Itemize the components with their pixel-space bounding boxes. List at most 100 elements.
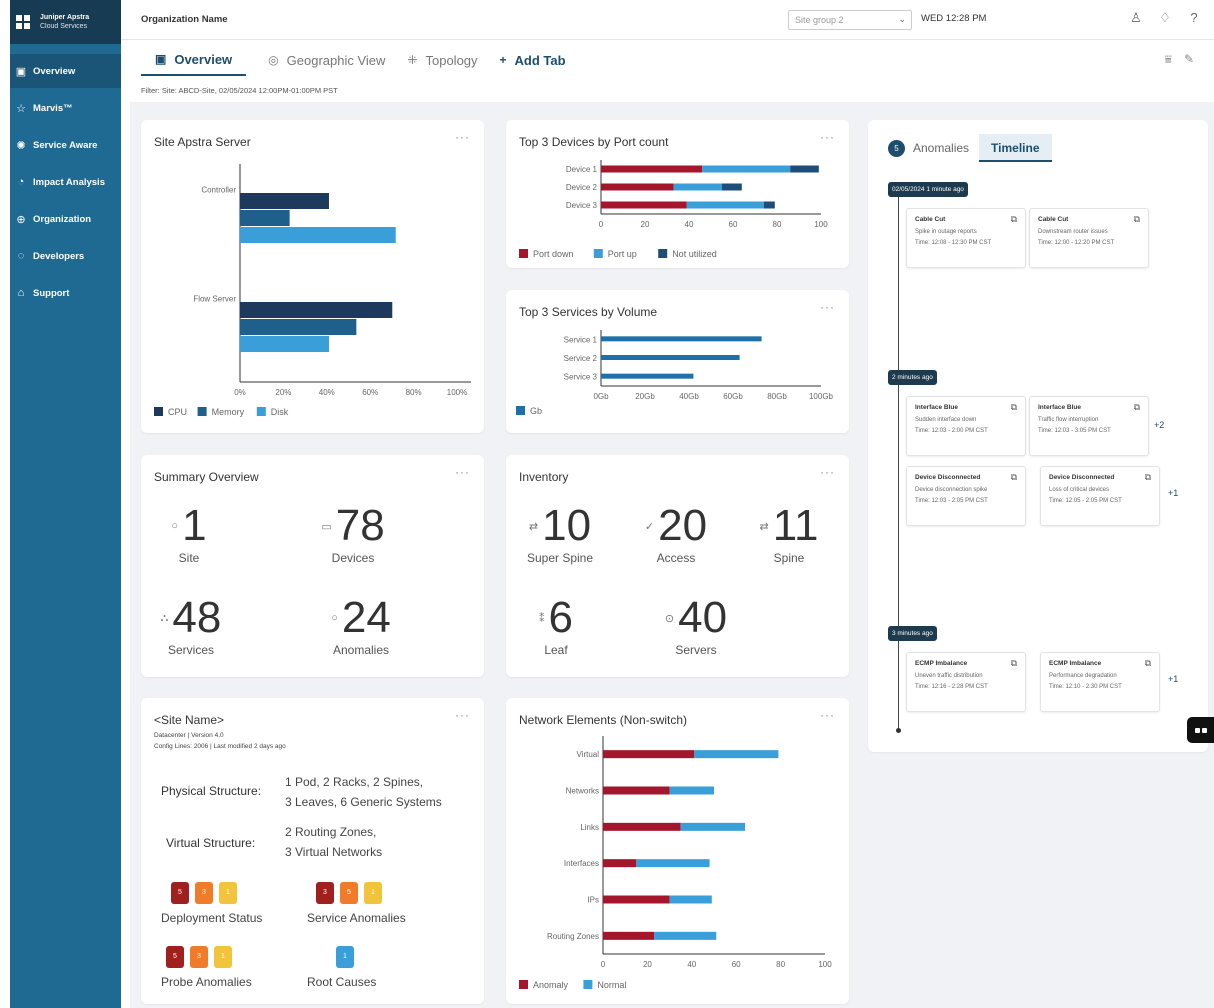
more-menu-icon[interactable]: ··· <box>455 465 470 479</box>
bar-segment <box>763 201 775 209</box>
star-icon: ☆ <box>16 102 26 115</box>
assistant-launcher-button[interactable] <box>1187 717 1214 743</box>
bar <box>240 193 329 209</box>
stat-sites[interactable]: ○ 1 Site <box>141 503 237 566</box>
more-menu-icon[interactable]: ··· <box>820 465 835 479</box>
more-events-link[interactable]: +1 <box>1168 674 1178 684</box>
sidebar-item-developers[interactable]: ◌ Developers <box>10 239 121 273</box>
stat-servers[interactable]: ⊙ 40 Servers <box>636 595 756 658</box>
tab-overview[interactable]: ▣ Overview <box>141 44 247 76</box>
timeline-chip: 3 minutes ago <box>888 626 937 641</box>
x-tick-label: 60 <box>729 220 738 229</box>
event-card[interactable]: Interface Blue Sudden interface down Tim… <box>906 396 1026 456</box>
deployment-status-badges[interactable]: 5 3 1 <box>171 882 237 904</box>
overview-icon: ▣ <box>155 52 167 66</box>
share-icon[interactable]: ⧉ <box>1134 214 1140 225</box>
more-menu-icon[interactable]: ··· <box>455 708 470 722</box>
site-group-value: Site group 2 <box>795 15 844 25</box>
sidebar-item-marvis[interactable]: ☆ Marvis™ <box>10 91 121 125</box>
tab-label: Overview <box>174 51 233 67</box>
bar <box>240 336 329 352</box>
stat-super-spine[interactable]: ⇄ 10 Super Spine <box>506 503 614 566</box>
bar-segment <box>601 165 703 173</box>
x-tick-label: 60 <box>732 960 741 969</box>
share-icon[interactable]: ⧉ <box>1011 402 1017 413</box>
event-card[interactable]: ECMP Imbalance Uneven traffic distributi… <box>906 652 1026 712</box>
event-title: Interface Blue <box>915 404 958 411</box>
event-title: Device Disconnected <box>915 474 981 481</box>
tab-timeline[interactable]: Timeline <box>979 134 1052 162</box>
tab-topology[interactable]: ⁜ Topology <box>407 44 477 76</box>
service-anomalies-badges[interactable]: 3 5 1 <box>316 882 382 904</box>
impact-icon: ◔ <box>17 176 25 188</box>
share-icon[interactable]: ⧉ <box>1011 472 1017 483</box>
stat-devices[interactable]: ▭ 78 Devices <box>293 503 413 566</box>
organization-name[interactable]: Organization Name <box>141 14 228 25</box>
timeline-chip: 02/05/2024 1 minute ago <box>888 182 968 197</box>
edit-icon[interactable]: ✎ <box>1184 52 1194 67</box>
sidebar-item-support[interactable]: ⌂ Support <box>10 276 121 310</box>
brand-logo[interactable]: Juniper Apstra Cloud Services <box>10 0 121 44</box>
event-card[interactable]: Cable Cut Spike in outage reports Time: … <box>906 208 1026 268</box>
add-tab-button[interactable]: + Add Tab <box>500 44 566 76</box>
topology-icon: ⁜ <box>407 53 418 67</box>
bar-segment <box>669 895 712 904</box>
share-icon[interactable]: ⧉ <box>1145 472 1151 483</box>
event-card[interactable]: Interface Blue Traffic flow interruption… <box>1029 396 1149 456</box>
x-tick-label: 100Gb <box>809 392 834 401</box>
sidebar-item-service-aware[interactable]: ✺ Service Aware <box>10 128 121 162</box>
legend-label: Gb <box>530 406 542 416</box>
sidebar-item-organization[interactable]: ⊕ Organization <box>10 202 121 236</box>
port-count-card: Top 3 Devices by Port count ··· 0 20 40 60 8… <box>506 120 849 268</box>
stat-leaf[interactable]: ⁑ 6 Leaf <box>506 595 606 658</box>
bar <box>240 227 396 243</box>
stat-services[interactable]: ⛬ 48 Services <box>141 595 241 658</box>
tab-label: Add Tab <box>514 52 566 68</box>
share-icon[interactable]: ⧉ <box>1145 658 1151 669</box>
share-icon[interactable]: ⧉ <box>1011 658 1017 669</box>
stat-label: Devices <box>331 551 375 565</box>
sidebar-item-impact-analysis[interactable]: ◔ Impact Analysis <box>10 165 121 199</box>
stat-access[interactable]: ✓ 20 Access <box>626 503 726 566</box>
network-elements-chart: 0 20 40 60 80 100 Virtual Networks Links Interfac… <box>519 736 832 990</box>
timeline-chip: 2 minutes ago <box>888 370 937 385</box>
stat-label: Access <box>656 551 696 565</box>
bar-segment <box>790 165 819 173</box>
filter-icon[interactable]: ⩸ <box>1165 52 1172 67</box>
bar <box>240 302 393 318</box>
globe-icon: ⊕ <box>16 213 26 226</box>
bar-segment <box>669 786 714 795</box>
top-bar: Organization Name <box>121 0 1214 40</box>
event-card[interactable]: Device Disconnected Loss of critical dev… <box>1040 466 1160 526</box>
more-events-link[interactable]: +2 <box>1154 420 1164 430</box>
site-group-select[interactable]: Site group 2 ⌄ <box>788 10 912 30</box>
legend-swatch <box>593 249 603 258</box>
help-icon[interactable]: ? <box>1185 9 1203 27</box>
event-card[interactable]: Cable Cut Downstream router issues Time:… <box>1029 208 1149 268</box>
panel-tabs: 5 Anomalies Timeline <box>888 134 1062 162</box>
legend-swatch <box>197 407 207 416</box>
virtual-structure-label: Virtual Structure: <box>166 836 256 850</box>
sidebar-item-label: Support <box>33 287 70 299</box>
more-events-link[interactable]: +1 <box>1168 488 1178 498</box>
filter-summary: Filter: Site: ABCD-Site, 02/05/2024 12:0… <box>141 86 338 95</box>
tab-geographic-view[interactable]: ◎ Geographic View <box>268 44 385 76</box>
share-icon[interactable]: ⧉ <box>1011 214 1017 225</box>
services-volume-chart: 0Gb 20Gb 40Gb 60Gb 80Gb 100Gb Service 1 Service… <box>516 330 834 416</box>
event-card[interactable]: ECMP Imbalance Performance degradation T… <box>1040 652 1160 712</box>
legend-swatch <box>256 407 266 416</box>
tab-anomalies[interactable]: Anomalies <box>913 134 969 162</box>
stat-spine[interactable]: ⇄ 11 Spine <box>734 503 844 566</box>
virtual-structure-line1: 2 Routing Zones, <box>285 825 377 839</box>
share-icon[interactable]: ⧉ <box>1134 402 1140 413</box>
root-causes-badges[interactable]: 1 <box>336 946 354 968</box>
sidebar-item-overview[interactable]: ▣ Overview <box>10 54 121 88</box>
probe-anomalies-badges[interactable]: 5 3 1 <box>166 946 232 968</box>
bulb-icon[interactable]: ♢ <box>1156 9 1174 27</box>
event-card[interactable]: Device Disconnected Device disconnection… <box>906 466 1026 526</box>
stat-anomalies[interactable]: ○ 24 Anomalies <box>301 595 421 658</box>
user-icon[interactable]: ♙ <box>1127 9 1145 27</box>
event-description: Traffic flow interruption <box>1038 417 1099 423</box>
tab-label: Topology <box>425 52 478 68</box>
switch-icon: ⇄ <box>759 520 769 533</box>
